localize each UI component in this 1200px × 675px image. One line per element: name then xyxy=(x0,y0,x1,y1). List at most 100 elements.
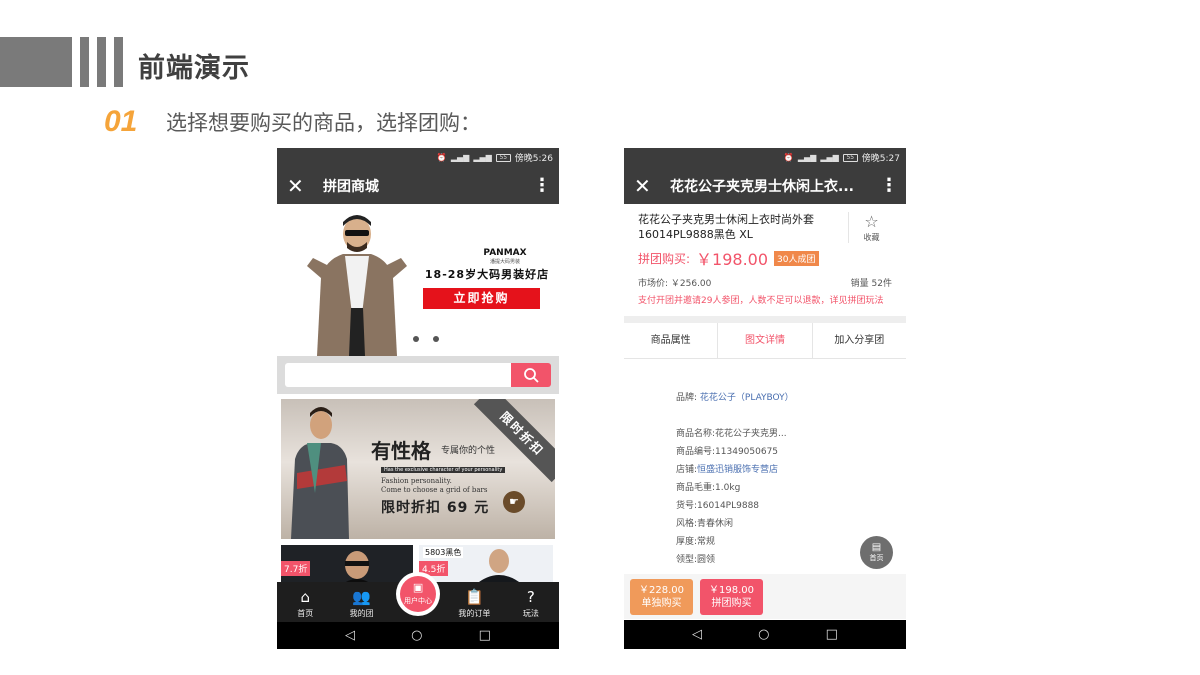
app-bar: ✕ 拼团商城 ⋮ xyxy=(277,167,559,204)
product-card[interactable]: 7.7折 xyxy=(281,545,413,585)
tab-image-details[interactable]: 图文详情 xyxy=(718,323,813,358)
promo-headline: 有性格 xyxy=(371,439,431,463)
bottom-tab-bar: ⌂ 首页 👥 我的团 ▣ 用户中心 📋 我的订单 ? 玩法 xyxy=(277,572,559,622)
header-deco-bar xyxy=(97,37,106,87)
slide-title: 前端演示 xyxy=(138,53,250,84)
market-row: 市场价: ￥256.00 销量 52件 xyxy=(638,276,892,289)
attribute-row: 品牌: 花花公子（PLAYBOY） xyxy=(676,389,906,407)
attribute-label: 商品名称: xyxy=(676,429,716,439)
tab-label: 我的团 xyxy=(349,609,374,618)
tab-my-group[interactable]: 👥 我的团 xyxy=(333,582,389,622)
buy-single-button[interactable]: ￥228.00 单独购买 xyxy=(630,578,693,615)
tab-how-to-play[interactable]: ? 玩法 xyxy=(503,582,559,622)
attribute-value: 花花公子夹克男... xyxy=(715,429,787,439)
header-deco-block xyxy=(0,37,72,87)
market-price: 市场价: ￥256.00 xyxy=(638,279,712,289)
attribute-row: 商品编号:11349050675 xyxy=(676,443,906,461)
user-card-icon: ▣ xyxy=(412,581,424,594)
close-icon[interactable]: ✕ xyxy=(287,174,315,198)
floating-home-label: 首页 xyxy=(869,554,884,562)
attribute-row: 店铺:恒盛迅销服饰专营店 xyxy=(676,461,906,479)
star-icon: ☆ xyxy=(864,212,879,231)
more-menu-icon[interactable]: ⋮ xyxy=(880,175,898,196)
shop-link[interactable]: 恒盛迅销服饰专营店 xyxy=(697,465,778,475)
promo-sale: 限时折扣 69 元 xyxy=(381,500,490,516)
tab-user-center[interactable]: ▣ 用户中心 xyxy=(390,572,446,622)
carousel-dots xyxy=(413,336,439,342)
tab-product-attributes[interactable]: 商品属性 xyxy=(624,323,719,358)
group-icon: 👥 xyxy=(352,588,371,606)
carousel-dot[interactable] xyxy=(413,336,419,342)
tab-label: 用户中心 xyxy=(404,597,433,605)
tab-my-orders[interactable]: 📋 我的订单 xyxy=(446,582,502,622)
home-circle-icon[interactable]: ○ xyxy=(758,627,769,642)
search-bar xyxy=(277,356,559,394)
phone-mall-screen: ⏰ ▂▄▆ ▂▄▆ 55 傍晚5:26 ✕ 拼团商城 ⋮ PANMAX 潘提大码… xyxy=(277,148,559,649)
attribute-value: 常规 xyxy=(697,537,716,547)
tab-home[interactable]: ⌂ 首页 xyxy=(277,582,333,622)
attribute-label: 厚度: xyxy=(676,537,698,547)
close-icon[interactable]: ✕ xyxy=(634,174,662,198)
attribute-value: 16014PL9888 xyxy=(697,501,760,511)
promo-en-line: Come to choose a grid of bars xyxy=(381,486,488,494)
carousel-dot[interactable] xyxy=(433,336,439,342)
group-price: ￥198.00 xyxy=(696,250,769,269)
promo-en-line: Fashion personality. xyxy=(381,477,452,485)
back-icon[interactable]: ◁ xyxy=(345,628,355,643)
banner-slogan: 18-28岁大码男装好店 xyxy=(424,268,550,281)
banner-brand-sub: 潘提大码男装 xyxy=(489,259,520,265)
recents-icon[interactable]: □ xyxy=(826,627,838,642)
promo-banner[interactable]: 限时折扣 有性格 专属你的个性 Has the exclusive charac… xyxy=(281,399,555,539)
favorite-button[interactable]: ☆ 收藏 xyxy=(848,212,894,243)
group-price-row: 拼团购买: ￥198.00 30人成团 xyxy=(638,246,892,270)
product-code-label: 5803黑色 xyxy=(423,547,464,558)
banner-carousel[interactable]: PANMAX 潘提大码男装 18-28岁大码男装好店 立即抢购 xyxy=(277,204,559,356)
detail-tabs: 商品属性 图文详情 加入分享团 xyxy=(624,323,906,359)
back-icon[interactable]: ◁ xyxy=(692,627,702,642)
attribute-value: 圆领 xyxy=(697,555,716,565)
buy-bar: ￥228.00 单独购买 ￥198.00 拼团购买 xyxy=(624,574,906,619)
user-center-button[interactable]: ▣ 用户中心 xyxy=(396,572,441,616)
recents-icon[interactable]: □ xyxy=(479,628,491,643)
alarm-icon: ⏰ xyxy=(783,153,794,162)
attribute-value: 1.0kg xyxy=(715,483,741,493)
buy-now-button[interactable]: 立即抢购 xyxy=(423,288,540,309)
brand-link[interactable]: 花花公子（PLAYBOY） xyxy=(700,393,794,403)
discount-badge: 7.7折 xyxy=(281,561,311,576)
attribute-label: 商品编号: xyxy=(676,447,716,457)
tab-label: 我的订单 xyxy=(458,609,491,618)
status-time: 傍晚5:27 xyxy=(861,154,900,164)
floating-home-button[interactable]: ▤ 首页 xyxy=(860,536,893,569)
attribute-list: 品牌: 花花公子（PLAYBOY） 商品名称:花花公子夹克男... 商品编号:1… xyxy=(624,359,906,569)
buy-single-label: 单独购买 xyxy=(641,597,682,609)
home-circle-icon[interactable]: ○ xyxy=(411,628,422,643)
attribute-label: 货号: xyxy=(676,501,698,511)
group-notice: 支付开团并邀请29人参团，人数不足可以退款，详见拼团玩法 xyxy=(638,296,884,306)
buy-group-price: ￥198.00 xyxy=(709,584,754,596)
attribute-value: 青春休闲 xyxy=(697,519,734,529)
buy-single-price: ￥228.00 xyxy=(639,584,684,596)
order-icon: 📋 xyxy=(465,588,484,606)
android-nav-bar: ◁ ○ □ xyxy=(277,622,559,649)
tab-label: 玩法 xyxy=(522,609,539,618)
buy-group-button[interactable]: ￥198.00 拼团购买 xyxy=(700,578,763,615)
search-input[interactable] xyxy=(285,363,511,387)
favorite-label: 收藏 xyxy=(863,233,880,242)
attribute-row: 货号:16014PL9888 xyxy=(676,497,906,515)
battery-icon: 55 xyxy=(842,153,858,162)
promo-subheadline: 专属你的个性 xyxy=(441,446,496,456)
section-divider xyxy=(624,316,906,323)
step-text: 选择想要购买的商品，选择团购： xyxy=(166,111,481,135)
battery-icon: 55 xyxy=(495,153,511,162)
status-bar: ⏰ ▂▄▆ ▂▄▆ 55 傍晚5:26 xyxy=(277,148,559,167)
attribute-label: 风格: xyxy=(676,519,698,529)
android-nav-bar: ◁ ○ □ xyxy=(624,620,906,649)
search-button[interactable] xyxy=(511,363,551,387)
group-buy-label: 拼团购买: xyxy=(638,251,691,266)
app-bar: ✕ 花花公子夹克男士休闲上衣... ⋮ xyxy=(624,167,906,204)
attribute-row: 风格:青春休闲 xyxy=(676,515,906,533)
product-title: 花花公子夹克男士休闲上衣时尚外套16014PL9888黑色 XL xyxy=(638,213,814,241)
more-menu-icon[interactable]: ⋮ xyxy=(533,175,551,196)
attribute-label: 领型: xyxy=(676,555,698,565)
tab-share-group[interactable]: 加入分享团 xyxy=(813,323,906,358)
